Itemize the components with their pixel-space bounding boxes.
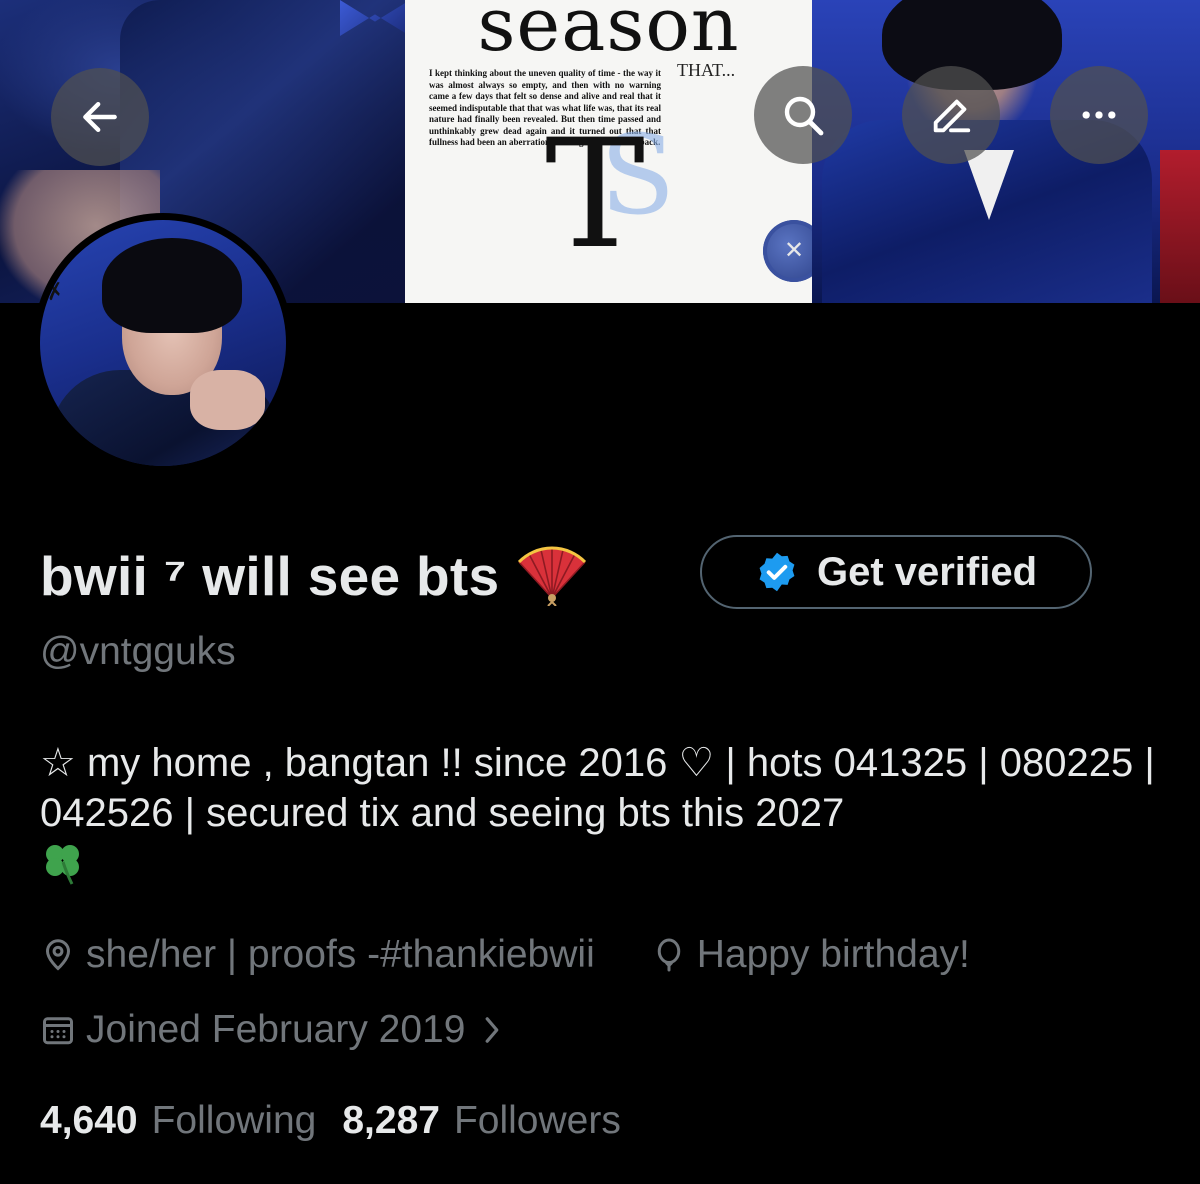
- banner-headline: season: [477, 0, 740, 68]
- profile-bio: ☆ my home , bangtan !! since 2016 ♡ | ho…: [40, 738, 1170, 886]
- follow-stats: 4,640 Following 8,287 Followers: [40, 1097, 621, 1145]
- location-item: she/her | proofs -#thankiebwii: [40, 933, 595, 977]
- more-dots-icon: [1082, 111, 1116, 119]
- profile-meta-row: she/her | proofs -#thankiebwii Happy bir…: [40, 932, 970, 978]
- folding-fan-icon: [518, 546, 587, 606]
- joined-text: Joined February 2019: [86, 1008, 466, 1051]
- followers-label: Followers: [453, 1099, 621, 1142]
- verified-badge-icon: [759, 552, 795, 592]
- following-stat[interactable]: 4,640 Following: [40, 1099, 316, 1143]
- search-icon: [784, 96, 824, 136]
- username-handle: @vntgguks: [40, 630, 236, 673]
- joined-row[interactable]: Joined February 2019: [40, 1007, 513, 1053]
- chevron-right-icon: [486, 1017, 499, 1043]
- banner-subline: THAT...: [677, 60, 736, 80]
- sewing-button-decoration: [763, 220, 812, 282]
- location-text: she/her | proofs -#thankiebwii: [86, 933, 595, 976]
- display-name: bwii ⁷ will see bts: [40, 545, 500, 607]
- location-pin-icon: [45, 939, 71, 971]
- edit-profile-button[interactable]: [902, 66, 1000, 164]
- birthday-text: Happy birthday!: [696, 933, 970, 976]
- search-button[interactable]: [754, 66, 852, 164]
- profile-page: season THAT... I kept thinking about the…: [0, 0, 1200, 1184]
- birthday-item: Happy birthday!: [651, 933, 970, 977]
- bio-text: ☆ my home , bangtan !! since 2016 ♡ | ho…: [40, 741, 1155, 835]
- followers-count: 8,287: [342, 1099, 440, 1142]
- get-verified-label: Get verified: [816, 549, 1038, 594]
- joined-item[interactable]: Joined February 2019: [40, 1008, 513, 1052]
- following-count: 4,640: [40, 1099, 138, 1142]
- four-leaf-clover-icon: [46, 845, 79, 885]
- avatar[interactable]: ✗: [33, 213, 293, 473]
- banner-poster-center: season THAT... I kept thinking about the…: [405, 0, 812, 303]
- back-button[interactable]: [51, 68, 149, 166]
- get-verified-button[interactable]: Get verified: [700, 535, 1092, 609]
- more-options-button[interactable]: [1050, 66, 1148, 164]
- balloon-icon: [657, 938, 680, 972]
- calendar-icon: [43, 1017, 73, 1045]
- followers-stat[interactable]: 8,287 Followers: [342, 1099, 620, 1143]
- banner-photo-right: [812, 0, 1200, 303]
- arrow-left-icon: [83, 101, 117, 133]
- edit-pencil-icon: [933, 99, 971, 133]
- display-name-row: bwii ⁷ will see bts: [40, 537, 589, 615]
- following-label: Following: [151, 1099, 317, 1142]
